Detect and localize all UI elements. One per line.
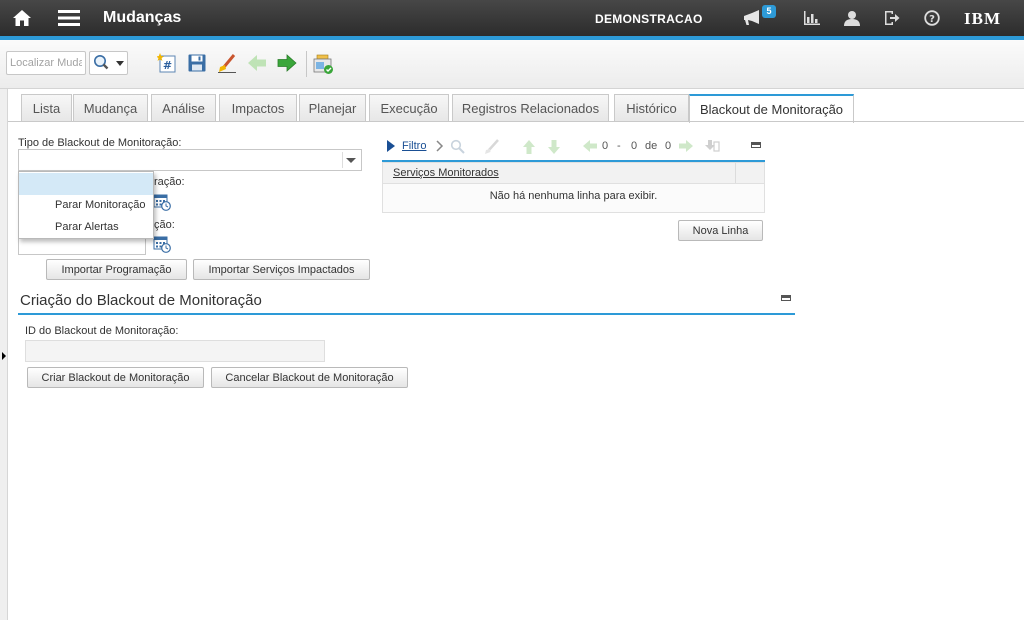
clear-changes-icon[interactable] [217,53,237,73]
svg-text:#: # [163,59,172,72]
toolbar-separator [306,51,307,77]
tab-analise[interactable]: Análise [151,94,216,122]
dropdown-option-empty[interactable] [19,173,153,195]
top-navigation-bar: Mudanças DEMONSTRACAO 5 ? IBM [0,0,1024,36]
clear-filter-icon[interactable] [484,139,500,155]
chevron-down-icon[interactable] [346,158,356,163]
record-toolbar: # [0,40,1024,89]
arrow-down-icon[interactable] [547,139,561,155]
next-page-icon[interactable] [678,139,694,153]
calendar-clock-icon[interactable] [153,193,171,211]
pager-dash: - [617,140,621,152]
find-record-input[interactable] [6,51,86,75]
workflow-icon[interactable] [313,53,333,74]
new-row-button[interactable]: Nova Linha [678,220,763,241]
filter-link[interactable]: Filtro [402,140,426,152]
dropdown-option-parar-alertas[interactable]: Parar Alertas [19,216,153,238]
tab-planejar[interactable]: Planejar [299,94,366,122]
table-toolbar [382,136,765,161]
app-title: Mudanças [103,9,182,26]
magnifier-icon [94,55,124,70]
pager-total: 0 [665,140,672,152]
blackout-type-select[interactable] [18,149,362,171]
tab-execucao[interactable]: Execução [369,94,449,122]
blackout-id-field [25,340,325,362]
help-icon[interactable]: ? [922,8,942,28]
calendar-clock-icon[interactable] [153,235,171,253]
new-record-icon[interactable]: # [156,53,177,73]
search-options-button[interactable] [89,51,128,75]
previous-page-icon[interactable] [582,139,598,153]
column-header-monitored-services[interactable]: Serviços Monitorados [393,167,499,179]
arrow-up-icon[interactable] [522,139,536,155]
blackout-type-dropdown-list: Parar Monitoração Parar Alertas [18,171,154,239]
notification-badge[interactable]: 5 [762,5,776,18]
create-blackout-button[interactable]: Criar Blackout de Monitoração [27,367,204,388]
section-title: Criação do Blackout de Monitoração [20,292,262,309]
expand-triangle-icon[interactable] [386,139,396,153]
blackout-id-label: ID do Blackout de Monitoração: [25,325,179,337]
pager-to: 0 [631,140,638,152]
section-minimize-icon[interactable] [781,295,791,301]
pager-from: 0 [602,140,609,152]
import-schedule-button[interactable]: Importar Programação [46,259,187,280]
tab-mudanca[interactable]: Mudança [73,94,148,122]
import-impacted-services-button[interactable]: Importar Serviços Impactados [193,259,370,280]
expand-side-nav-icon[interactable] [2,352,6,360]
chevron-right-icon [436,140,444,152]
pager-of: de [645,140,658,152]
tab-registros-relacionados[interactable]: Registros Relacionados [452,94,609,122]
cancel-blackout-button[interactable]: Cancelar Blackout de Monitoração [211,367,408,388]
download-icon[interactable] [704,139,720,153]
tab-lista[interactable]: Lista [21,94,72,122]
table-empty-message: Não há nenhuma linha para exibir. [382,184,765,213]
table-header-row: Serviços Monitorados [382,162,765,184]
tab-blackout-de-monitoracao[interactable]: Blackout de Monitoração [689,94,854,123]
sign-out-icon[interactable] [882,8,902,28]
reports-chart-icon[interactable] [802,8,822,28]
user-name: DEMONSTRACAO [595,12,703,26]
end-date-label: ção: [154,219,175,231]
table-minimize-icon[interactable] [751,142,761,148]
svg-text:?: ? [929,14,935,25]
save-icon[interactable] [187,53,207,73]
tab-impactos[interactable]: Impactos [219,94,297,122]
start-date-label: ração: [154,176,185,188]
tab-historico[interactable]: Histórico [614,94,689,122]
ibm-logo: IBM [964,9,1001,28]
search-icon[interactable] [450,139,466,155]
tab-baseline [8,121,1024,122]
dropdown-option-parar-monitoracao[interactable]: Parar Monitoração [19,194,153,216]
column-divider [735,163,736,183]
menu-icon[interactable] [58,8,80,28]
profile-user-icon[interactable] [842,8,862,28]
previous-record-icon[interactable] [247,53,267,73]
home-icon[interactable] [12,8,32,28]
bulletin-megaphone-icon[interactable] [742,8,762,28]
next-record-icon[interactable] [277,53,297,73]
blackout-type-label: Tipo de Blackout de Monitoração: [18,137,182,149]
section-underline [18,313,795,315]
select-divider [342,152,343,168]
